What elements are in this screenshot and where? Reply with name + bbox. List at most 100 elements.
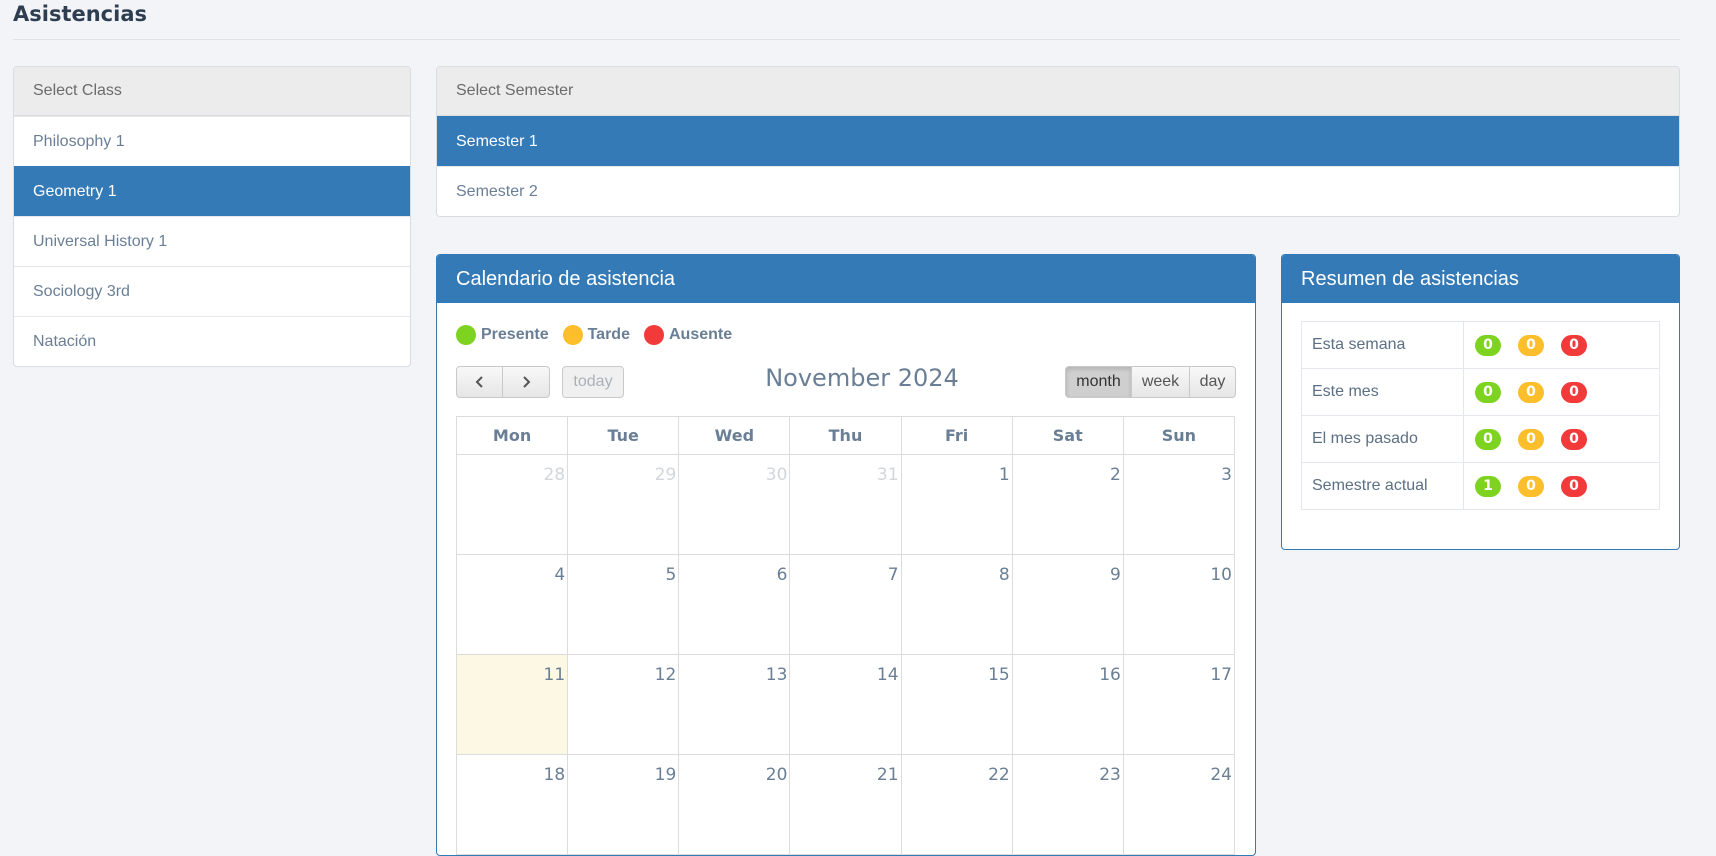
calendar-day-cell[interactable]: 10 xyxy=(1122,554,1236,655)
calendar-day-cell[interactable]: 20 xyxy=(678,754,791,855)
attendance-legend: Presente Tarde Ausente xyxy=(456,325,746,345)
month-view-button[interactable]: month xyxy=(1065,366,1132,398)
calendar-week-row: 28 29 30 31 1 2 3 xyxy=(455,454,1236,555)
badge-present: 0 xyxy=(1475,381,1501,403)
weekday-header-row: Mon Tue Wed Thu Fri Sat Sun xyxy=(455,416,1236,455)
weekday-header: Thu xyxy=(789,416,902,455)
badge-present: 0 xyxy=(1475,334,1501,356)
badge-present: 0 xyxy=(1475,428,1501,450)
calendar-day-cell[interactable]: 22 xyxy=(900,754,1013,855)
weekday-header: Sun xyxy=(1122,416,1236,455)
calendar-day-cell[interactable]: 8 xyxy=(900,554,1013,655)
badge-present: 1 xyxy=(1475,475,1501,497)
calendar-day-cell[interactable]: 14 xyxy=(789,654,902,755)
page-title: Asistencias xyxy=(13,2,147,26)
summary-row-label: Semestre actual xyxy=(1301,462,1464,510)
legend-item-tarde: Tarde xyxy=(562,325,630,345)
calendar-day-cell[interactable]: 18 xyxy=(455,754,569,855)
calendar-day-cell[interactable]: 3 xyxy=(1122,454,1236,555)
calendar-week-row: 4 5 6 7 8 9 10 xyxy=(455,554,1236,655)
badge-absent: 0 xyxy=(1561,428,1587,450)
chevron-right-icon xyxy=(523,376,531,388)
badge-absent: 0 xyxy=(1561,381,1587,403)
calendar-day-cell[interactable]: 29 xyxy=(567,454,680,555)
calendar-day-cell[interactable]: 5 xyxy=(567,554,680,655)
calendar-day-cell[interactable]: 23 xyxy=(1011,754,1124,855)
calendar-day-cell[interactable]: 6 xyxy=(678,554,791,655)
calendar-day-cell[interactable]: 16 xyxy=(1011,654,1124,755)
semester-item-2[interactable]: Semester 2 xyxy=(437,166,1679,216)
badge-absent: 0 xyxy=(1561,334,1587,356)
class-item-sociology-3rd[interactable]: Sociology 3rd xyxy=(14,266,410,316)
day-view-button[interactable]: day xyxy=(1190,366,1236,398)
semester-list: Select Semester Semester 1 Semester 2 xyxy=(436,66,1680,217)
class-item-universal-history-1[interactable]: Universal History 1 xyxy=(14,216,410,266)
legend-dot-present xyxy=(456,325,476,345)
summary-row: El mes pasado 0 0 0 xyxy=(1301,415,1660,463)
summary-row-label: Este mes xyxy=(1301,368,1464,416)
calendar-day-cell[interactable]: 2 xyxy=(1011,454,1124,555)
badge-late: 0 xyxy=(1518,475,1544,497)
today-button[interactable]: today xyxy=(562,366,624,398)
calendar-day-cell[interactable]: 9 xyxy=(1011,554,1124,655)
badge-late: 0 xyxy=(1518,334,1544,356)
weekday-header: Tue xyxy=(567,416,680,455)
legend-dot-absent xyxy=(643,325,664,345)
calendar-week-row: 11 12 13 14 15 16 17 xyxy=(455,654,1236,755)
summary-row-label: Esta semana xyxy=(1301,321,1464,369)
calendar-day-cell[interactable]: 7 xyxy=(789,554,902,655)
summary-panel-heading: Resumen de asistencias xyxy=(1282,255,1679,303)
legend-label-absent: Ausente xyxy=(668,326,733,343)
legend-label-late: Tarde xyxy=(587,326,630,343)
semester-item-1[interactable]: Semester 1 xyxy=(437,116,1679,166)
class-item-philosophy-1[interactable]: Philosophy 1 xyxy=(14,116,410,166)
chevron-left-icon xyxy=(475,376,483,388)
calendar-day-cell[interactable]: 12 xyxy=(567,654,680,755)
calendar-grid: Mon Tue Wed Thu Fri Sat Sun 28 29 30 31 1 2 3 4… xyxy=(455,416,1236,855)
summary-row-badges: 000 xyxy=(1463,415,1660,463)
weekday-header: Sat xyxy=(1011,416,1124,455)
calendar-day-cell[interactable]: 1 xyxy=(900,454,1013,555)
calendar-day-cell[interactable]: 11 xyxy=(455,654,569,755)
calendar-day-cell[interactable]: 15 xyxy=(900,654,1013,755)
calendar-day-cell[interactable]: 24 xyxy=(1122,754,1236,855)
badge-late: 0 xyxy=(1518,428,1544,450)
legend-item-ausente: Ausente xyxy=(643,325,733,345)
legend-item-presente: Presente xyxy=(456,325,549,345)
weekday-header: Fri xyxy=(900,416,1013,455)
calendar-week-row: 18 19 20 21 22 23 24 xyxy=(455,754,1236,855)
calendar-day-cell[interactable]: 31 xyxy=(789,454,902,555)
prev-month-button[interactable] xyxy=(456,366,503,398)
calendar-day-cell[interactable]: 19 xyxy=(567,754,680,855)
title-divider xyxy=(13,39,1680,40)
summary-row-badges: 000 xyxy=(1463,321,1660,369)
summary-table: Esta semana 0 0 0 Este mes 0 0 0 El mes pasado 0 0… xyxy=(1301,321,1660,510)
calendar-day-cell[interactable]: 28 xyxy=(455,454,569,555)
next-month-button[interactable] xyxy=(503,366,550,398)
calendar-day-cell[interactable]: 17 xyxy=(1122,654,1236,755)
badge-late: 0 xyxy=(1518,381,1544,403)
summary-row-badges: 100 xyxy=(1463,462,1660,510)
summary-row: Semestre actual 1 0 0 xyxy=(1301,462,1660,510)
summary-row-badges: 000 xyxy=(1463,368,1660,416)
calendar-nav-group xyxy=(456,366,550,398)
calendar-view-group: month week day xyxy=(1065,366,1236,398)
summary-panel: Resumen de asistencias Esta semana 0 0 0 Est… xyxy=(1281,254,1680,550)
weekday-header: Wed xyxy=(678,416,791,455)
class-item-geometry-1[interactable]: Geometry 1 xyxy=(14,166,410,216)
summary-row: Este mes 0 0 0 xyxy=(1301,368,1660,416)
weekday-header: Mon xyxy=(455,416,569,455)
calendar-day-cell[interactable]: 13 xyxy=(678,654,791,755)
calendar-title: November 2024 xyxy=(765,364,959,392)
class-item-natacion[interactable]: Natación xyxy=(14,316,410,366)
calendar-day-cell[interactable]: 30 xyxy=(678,454,791,555)
calendar-panel: Calendario de asistencia Presente Tarde … xyxy=(436,254,1256,856)
week-view-button[interactable]: week xyxy=(1132,366,1190,398)
legend-label-present: Presente xyxy=(481,326,549,343)
summary-row-label: El mes pasado xyxy=(1301,415,1464,463)
calendar-panel-heading: Calendario de asistencia xyxy=(437,255,1255,303)
calendar-day-cell[interactable]: 21 xyxy=(789,754,902,855)
summary-row: Esta semana 0 0 0 xyxy=(1301,321,1660,369)
class-list: Select Class Philosophy 1 Geometry 1 Uni… xyxy=(13,66,411,367)
calendar-day-cell[interactable]: 4 xyxy=(455,554,569,655)
